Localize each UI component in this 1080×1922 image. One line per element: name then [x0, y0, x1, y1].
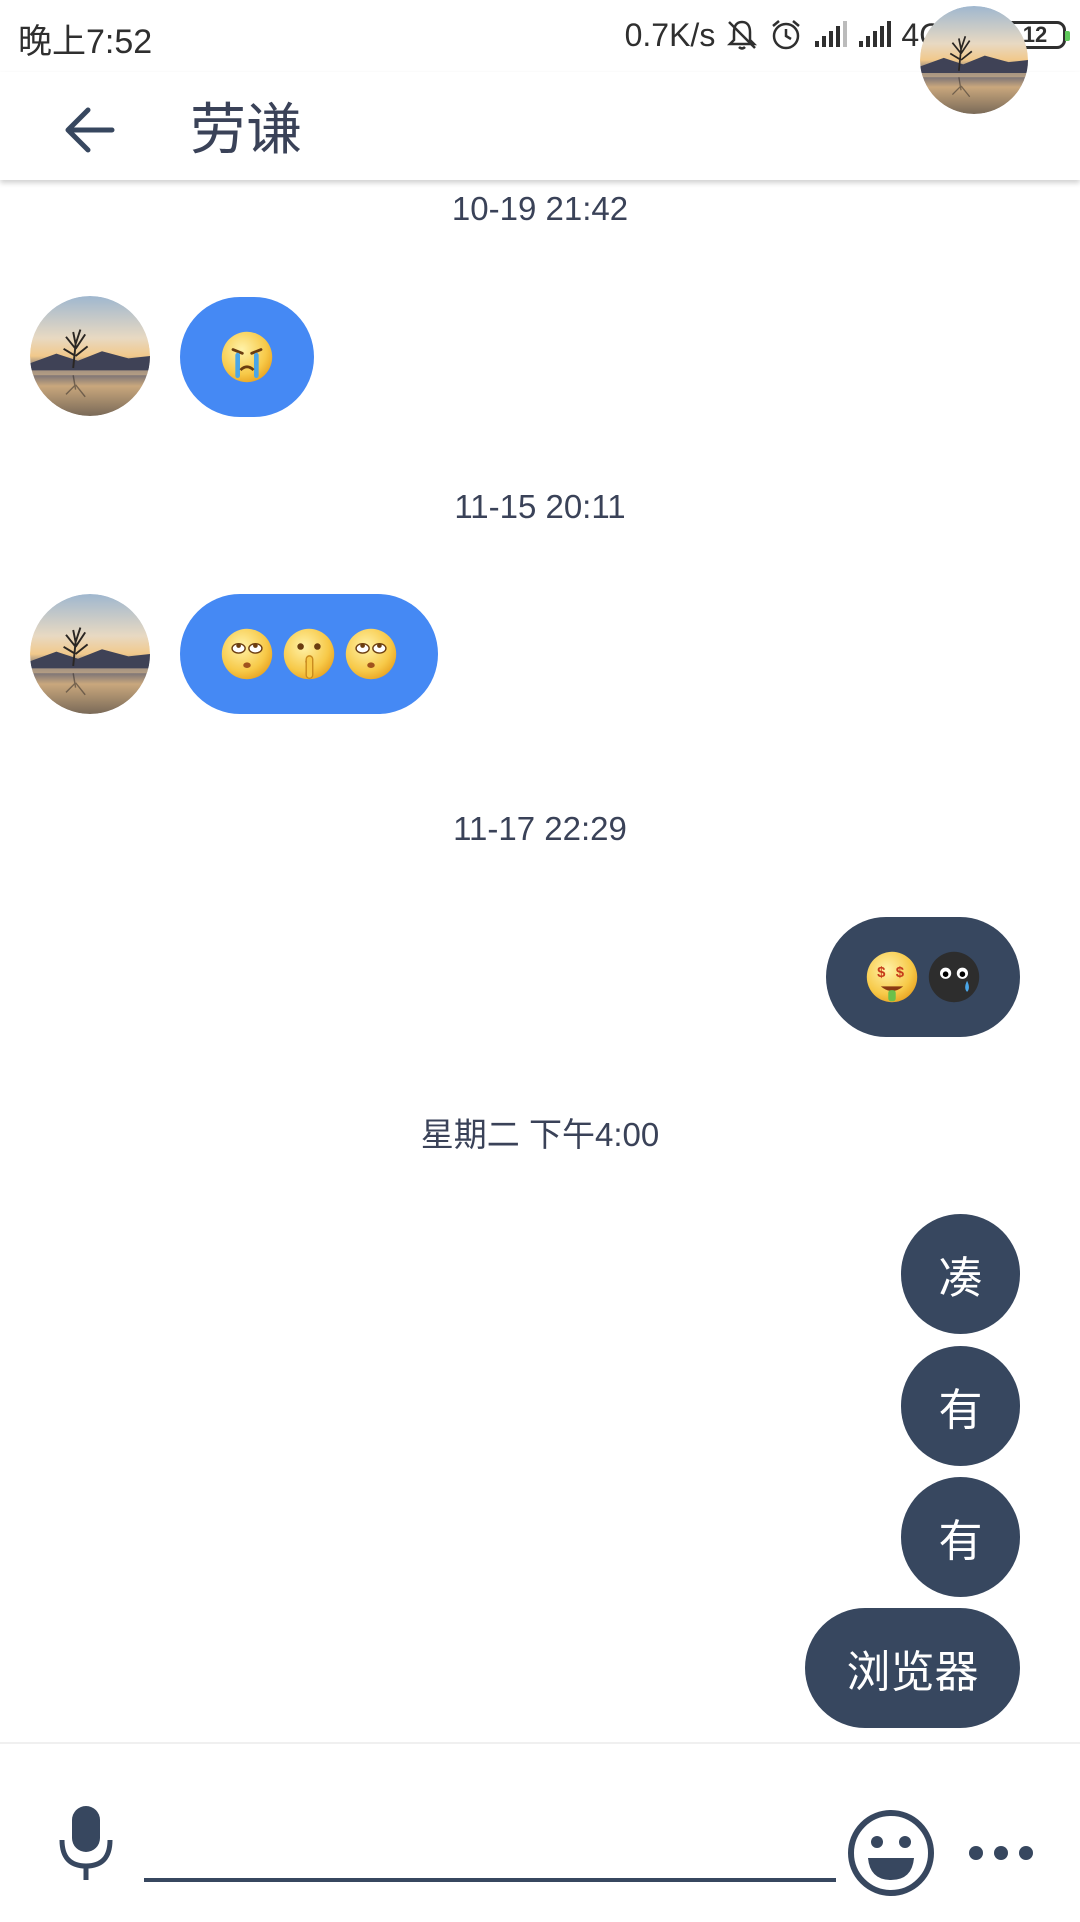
status-time: 晚上7:52: [18, 23, 153, 61]
microphone-icon[interactable]: [56, 1804, 116, 1884]
svg-text:$: $: [896, 964, 905, 981]
svg-text:$: $: [877, 964, 886, 981]
sad-dark-emoji-icon: [928, 951, 980, 1003]
crying-emoji-icon: [221, 331, 273, 383]
status-bar: 晚上7:52 0.7K/s 4G 12: [0, 0, 1080, 72]
app-bar: 劳谦: [0, 72, 1080, 180]
message-bubble-outgoing[interactable]: 有: [901, 1346, 1020, 1466]
message-list[interactable]: 10-19 21:42 11-15 20:11 11-17 22:29 $ $ …: [0, 180, 1080, 1740]
input-bar: [0, 1742, 1080, 1922]
more-dots-icon[interactable]: [966, 1840, 1036, 1866]
message-bubble-outgoing[interactable]: 凑: [901, 1214, 1020, 1334]
alarm-icon: [772, 20, 801, 50]
message-bubble-incoming[interactable]: [180, 297, 314, 417]
money-mouth-emoji-icon: $ $: [866, 951, 918, 1003]
message-bubble-outgoing[interactable]: $ $: [826, 917, 1020, 1037]
message-bubble-outgoing[interactable]: 浏览器: [805, 1608, 1020, 1728]
signal-icon-1: [815, 21, 848, 47]
smiley-icon[interactable]: [846, 1808, 936, 1898]
contact-avatar[interactable]: [920, 6, 1028, 114]
shush-emoji-icon: [283, 628, 335, 680]
eye-roll-emoji-icon: [221, 628, 273, 680]
message-bubble-incoming[interactable]: [180, 594, 438, 714]
signal-icon-2: [859, 21, 892, 47]
message-input[interactable]: [144, 1804, 836, 1882]
arrow-left-icon: [65, 107, 115, 153]
back-button[interactable]: [50, 90, 130, 170]
sender-avatar[interactable]: [30, 594, 150, 714]
message-timestamp: 11-15 20:11: [454, 488, 626, 525]
sender-avatar[interactable]: [30, 296, 150, 416]
message-timestamp: 11-17 22:29: [453, 810, 627, 847]
eye-roll-emoji-icon: [345, 628, 397, 680]
net-speed: 0.7K/s: [624, 16, 716, 53]
message-timestamp: 星期二 下午4:00: [420, 1116, 660, 1153]
message-timestamp: 10-19 21:42: [451, 190, 629, 227]
battery-level: 12: [1022, 22, 1048, 47]
mute-bell-icon: [727, 20, 758, 50]
message-bubble-outgoing[interactable]: 有: [901, 1477, 1020, 1597]
page-title: 劳谦: [190, 98, 302, 161]
